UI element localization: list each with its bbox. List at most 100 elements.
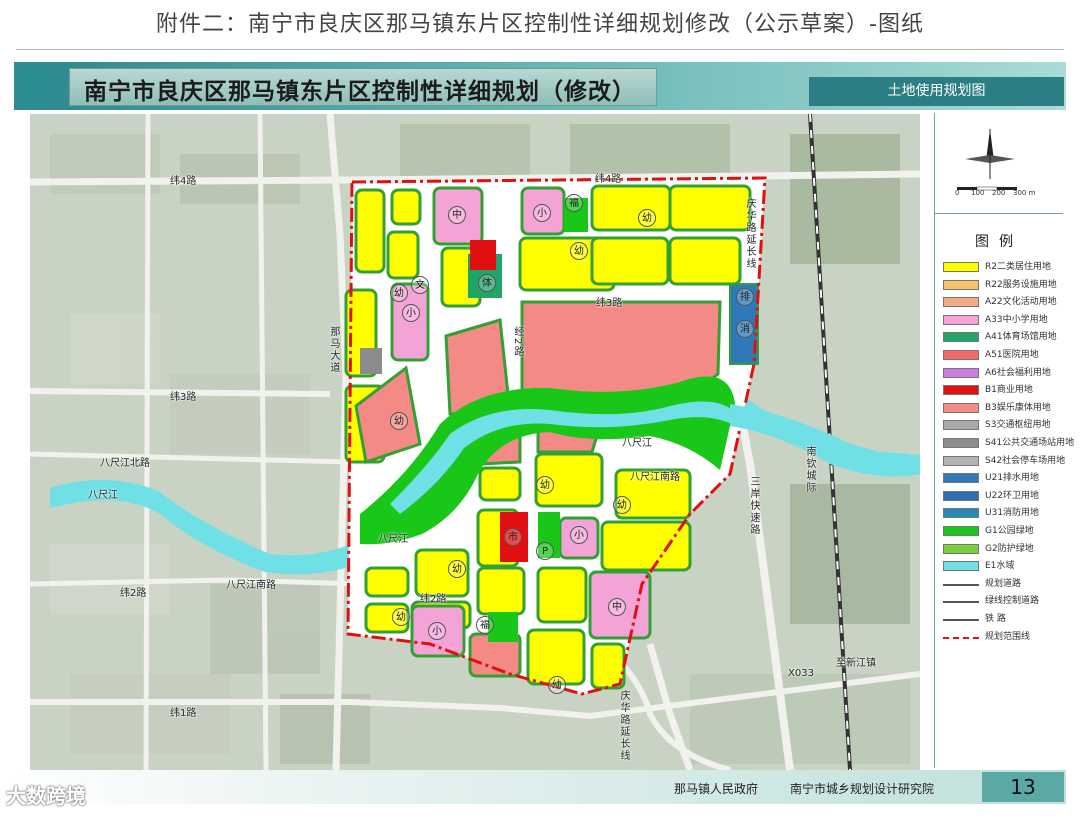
road-label-qinghua-n: 庆华路延长线 (744, 198, 755, 270)
road-label-x033: X033 (788, 668, 814, 679)
kindergarten-symbol: 幼 (613, 496, 631, 514)
legend-panel: 0 100 200 300 m 图例 R2二类居住用地 R22服务设施用地 A22文… (934, 113, 1074, 768)
legend-label: R22服务设施用地 (985, 279, 1057, 290)
scale-label-200: 200 (992, 189, 1006, 197)
road-label-qinghua-s: 庆华路延长线 (618, 690, 629, 762)
legend-swatch (943, 455, 979, 466)
rail-label: 南钦城际 (804, 446, 815, 494)
legend-item: U21排水用地 (943, 472, 1061, 486)
legend-item: 规划道路 (943, 578, 1061, 592)
legend-label: A6社会福利用地 (985, 367, 1051, 378)
legend-item: G2防护绿地 (943, 543, 1061, 557)
legend-swatch (943, 385, 979, 396)
legend-label: G2防护绿地 (985, 543, 1034, 554)
legend-swatch (943, 601, 979, 604)
legend-swatch (943, 314, 979, 325)
legend-item: B3娱乐康体用地 (943, 402, 1061, 416)
legend-label: S3交通枢纽用地 (985, 420, 1051, 431)
document-title: 附件二：南宁市良庆区那马镇东片区控制性详细规划修改（公示草案）-图纸 (156, 12, 924, 37)
school-symbol: 小 (402, 304, 420, 322)
map-svg (30, 114, 920, 770)
kindergarten-symbol: 幼 (392, 608, 410, 626)
legend-item: A22文化活动用地 (943, 296, 1061, 310)
legend-swatch (943, 438, 979, 448)
legend-label: R2二类居住用地 (985, 262, 1051, 272)
legend-item: E1水域 (943, 560, 1061, 574)
river-label-center: 八尺江 (378, 534, 408, 545)
legend-item: R22服务设施用地 (943, 279, 1061, 293)
road-label-jing2: 经2路 (512, 326, 523, 359)
legend-label: G1公园绿地 (985, 526, 1034, 536)
legend-swatch (943, 402, 979, 413)
legend-swatch (943, 619, 979, 621)
river-label-west: 八尺江 (88, 490, 118, 501)
welfare-symbol: 福 (565, 194, 583, 212)
legend-swatch (943, 583, 979, 586)
legend-label: 规划道路 (985, 578, 1022, 589)
legend-label: 绿线控制道路 (985, 596, 1040, 607)
kindergarten-symbol: 幼 (570, 242, 588, 260)
legend-item: S41公共交通场站用地 (943, 437, 1074, 451)
legend-label: A51医院用地 (985, 350, 1039, 360)
legend-label: S42社会停车场用地 (985, 455, 1066, 466)
road-label-wei3: 纬3路 (596, 298, 623, 309)
legend-item: A6社会福利用地 (943, 367, 1061, 381)
legend-item: 绿线控制道路 (943, 595, 1061, 609)
legend-swatch (943, 367, 979, 378)
school-symbol: 小 (570, 526, 588, 544)
legend-swatch (943, 332, 979, 343)
drawing-name: 土地使用规划图 (809, 77, 1064, 106)
legend-item: S3交通枢纽用地 (943, 419, 1061, 433)
welfare-symbol: 福 (476, 616, 494, 634)
legend-swatch (943, 490, 979, 501)
legend-item: A51医院用地 (943, 349, 1061, 363)
legend-label: U22环卫用地 (985, 490, 1040, 501)
commercial-parcel (470, 240, 496, 270)
road-label-bachi-s: 八尺江南路 (226, 580, 276, 591)
footer-org-a: 那马镇人民政府 (674, 782, 759, 796)
legend-heading: 图例 (975, 234, 1023, 250)
legend-item: B1商业用地 (943, 384, 1061, 398)
middle-school-symbol: 中 (448, 206, 466, 224)
market-symbol: 市 (504, 528, 522, 546)
kindergarten-symbol: 幼 (638, 209, 656, 227)
legend-swatch (943, 279, 979, 290)
sports-symbol: 体 (478, 274, 496, 292)
kindergarten-symbol: 幼 (536, 476, 554, 494)
watermark-logo: 大数跨境 (6, 784, 86, 808)
legend-swatch (943, 543, 979, 554)
legend-label: U21排水用地 (985, 473, 1040, 484)
road-label-wei4: 纬4路 (595, 174, 622, 185)
legend-label: 铁 路 (985, 614, 1006, 624)
kindergarten-symbol: 幼 (390, 284, 408, 302)
legend-label: 规划范围线 (985, 631, 1031, 642)
footer-band: 那马镇人民政府 南宁市城乡规划设计研究院 13 (14, 770, 1066, 804)
legend-swatch (943, 420, 979, 431)
water-symbol: 排 (736, 288, 754, 306)
kindergarten-symbol: 幼 (390, 412, 408, 430)
legend-swatch (943, 526, 979, 536)
kindergarten-symbol: 幼 (448, 560, 466, 578)
legend-swatch (943, 262, 979, 272)
legend-divider (935, 213, 1063, 214)
legend-item: R2二类居住用地 (943, 261, 1061, 275)
parking-symbol: P (536, 542, 554, 560)
road-label-bachi-n: 八尺江北路 (100, 458, 150, 469)
footer-org-b: 南宁市城乡规划设计研究院 (790, 782, 935, 796)
legend-label: A33中小学用地 (985, 314, 1048, 325)
page-number: 13 (982, 772, 1064, 802)
land-use-map[interactable]: 中 小 福 幼 幼 文 幼 小 体 幼 幼 幼 市 小 P 幼 中 幼 小 福 … (30, 114, 920, 770)
legend-item: U31消防用地 (943, 507, 1061, 521)
road-label-wei2-left: 纬2路 (120, 588, 147, 599)
road-label-bachi-s2: 八尺江南路 (630, 472, 680, 483)
legend-item: A33中小学用地 (943, 314, 1061, 328)
road-label-wei4-left: 纬4路 (170, 176, 197, 187)
legend-item: G1公园绿地 (943, 525, 1061, 539)
legend-item: U22环卫用地 (943, 490, 1061, 504)
road-label-wei2: 纬2路 (420, 594, 447, 605)
middle-school-symbol: 中 (608, 598, 626, 616)
legend-swatch (943, 561, 979, 572)
kindergarten-symbol: 幼 (548, 676, 566, 694)
legend-item: 铁 路 (943, 613, 1061, 627)
legend-swatch (943, 473, 979, 484)
